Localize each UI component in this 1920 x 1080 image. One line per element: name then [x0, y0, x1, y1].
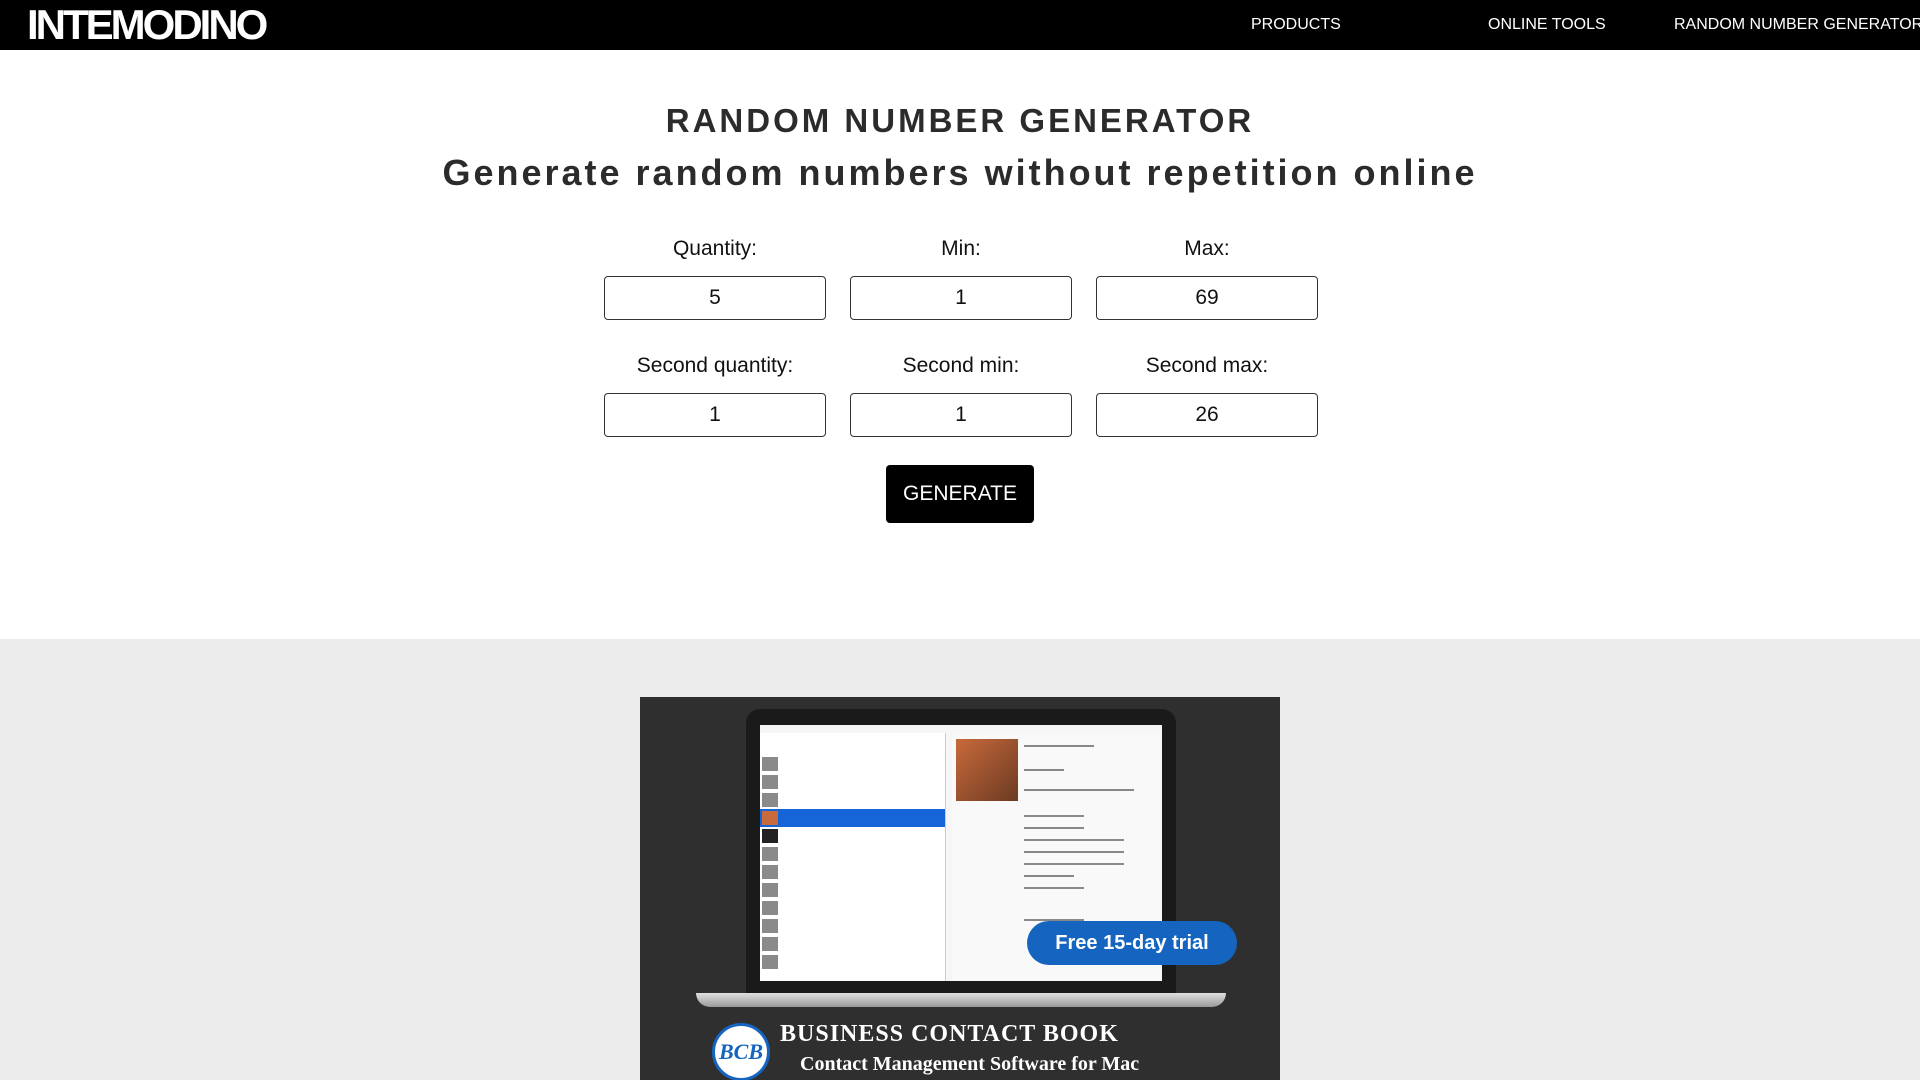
list-row — [760, 899, 945, 917]
page-title: RANDOM NUMBER GENERATOR — [665, 102, 1255, 139]
list-row — [760, 827, 945, 845]
list-row — [760, 773, 945, 791]
min-input[interactable] — [850, 276, 1072, 320]
nav-online-tools[interactable]: ONLINE TOOLS — [1488, 0, 1606, 50]
nav-products[interactable]: PRODUCTS — [1251, 0, 1341, 50]
second-max-input[interactable] — [1096, 393, 1318, 437]
min-field: Min: — [850, 234, 1072, 320]
list-row — [760, 881, 945, 899]
quantity-field: Quantity: — [604, 234, 826, 320]
contact-photo — [956, 739, 1018, 801]
page-subtitle: Generate random numbers without repetiti… — [442, 152, 1478, 193]
nav-random-number-generator[interactable]: RANDOM NUMBER GENERATOR — [1674, 0, 1920, 50]
max-field: Max: — [1096, 234, 1318, 320]
list-row — [760, 755, 945, 773]
second-max-field: Second max: — [1096, 351, 1318, 437]
second-min-label: Second min: — [902, 354, 1020, 377]
min-label: Min: — [941, 237, 981, 260]
second-min-field: Second min: — [850, 351, 1072, 437]
second-quantity-label: Second quantity: — [636, 354, 794, 377]
advertisement-area: Free 15-day trial BCB BUSINESS CONTACT B… — [0, 639, 1920, 1080]
contact-list-illustration — [760, 733, 946, 981]
list-row — [760, 863, 945, 881]
list-row — [760, 791, 945, 809]
list-row — [760, 935, 945, 953]
max-label: Max: — [1184, 237, 1230, 260]
site-logo[interactable]: INTEMODINO — [27, 0, 268, 50]
free-trial-button[interactable]: Free 15-day trial — [1027, 921, 1237, 965]
list-row — [760, 917, 945, 935]
list-row-selected — [760, 809, 945, 827]
list-row — [760, 845, 945, 863]
main-content: RANDOM NUMBER GENERATOR Generate random … — [0, 50, 1920, 639]
top-navigation-bar: INTEMODINO PRODUCTS ONLINE TOOLS RANDOM … — [0, 0, 1920, 50]
second-quantity-field: Second quantity: — [604, 351, 826, 437]
max-input[interactable] — [1096, 276, 1318, 320]
bcb-logo: BCB — [712, 1023, 770, 1080]
generate-button[interactable]: GENERATE — [886, 465, 1034, 523]
laptop-base — [696, 993, 1226, 1007]
quantity-label: Quantity: — [672, 237, 758, 260]
business-contact-book-banner[interactable]: Free 15-day trial BCB BUSINESS CONTACT B… — [640, 697, 1280, 1080]
list-row — [760, 953, 945, 971]
second-min-input[interactable] — [850, 393, 1072, 437]
product-title: BUSINESS CONTACT BOOK — [780, 1021, 1119, 1047]
quantity-input[interactable] — [604, 276, 826, 320]
second-max-label: Second max: — [1145, 354, 1269, 377]
product-subtitle: Contact Management Software for Mac — [800, 1053, 1140, 1075]
second-quantity-input[interactable] — [604, 393, 826, 437]
